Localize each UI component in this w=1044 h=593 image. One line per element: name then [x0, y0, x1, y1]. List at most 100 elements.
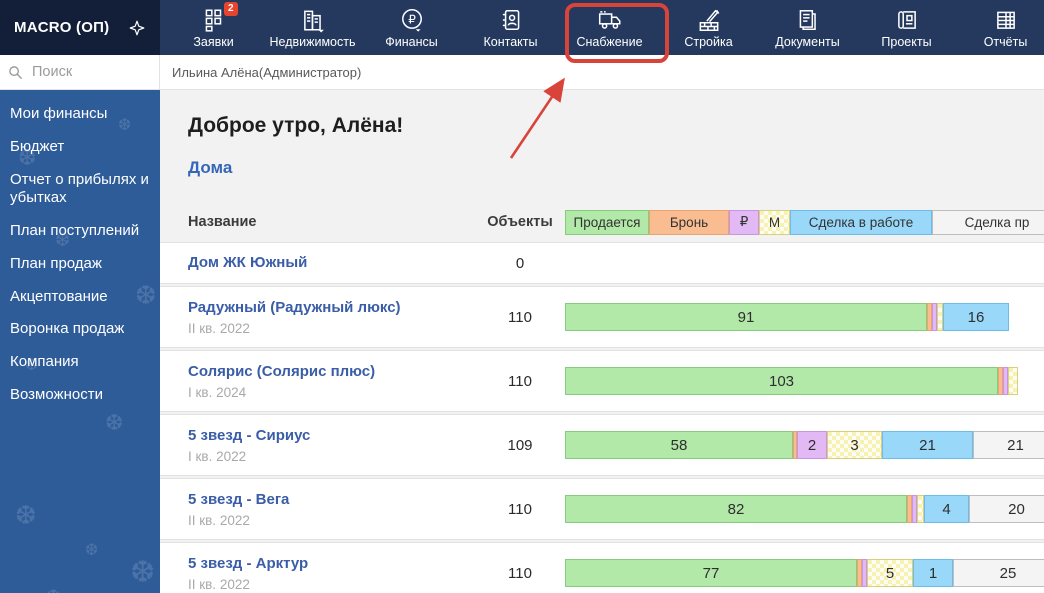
- nav-item-dokumenty[interactable]: Документы: [758, 0, 857, 55]
- grid-requests-icon: 2: [200, 6, 228, 34]
- bar-segment-m[interactable]: [1008, 367, 1018, 395]
- house-quarter: I кв. 2022: [188, 449, 475, 464]
- house-quarter: II кв. 2022: [188, 577, 475, 592]
- house-name-cell: 5 звезд - Сириус I кв. 2022: [160, 427, 475, 464]
- nav-item-snabzhenie[interactable]: Снабжение: [560, 0, 659, 55]
- bar-segment-progress[interactable]: 21: [882, 431, 973, 459]
- current-user-breadcrumb[interactable]: Ильина Алёна(Администратор): [172, 65, 361, 80]
- sidebar-item[interactable]: Возможности: [0, 379, 160, 412]
- bar-segment-sale[interactable]: 91: [565, 303, 927, 331]
- app-logo[interactable]: MACRO (ОП): [0, 0, 160, 55]
- objects-count: 110: [475, 309, 565, 326]
- house-link[interactable]: Солярис (Солярис плюс): [188, 363, 375, 380]
- status-bar: 82 420: [565, 495, 1044, 523]
- nav-item-stroyka[interactable]: Стройка: [659, 0, 758, 55]
- nav-item-proekty[interactable]: Проекты: [857, 0, 956, 55]
- sidebar-item[interactable]: Мои финансы: [0, 98, 160, 131]
- secondary-bar: Ильина Алёна(Администратор): [0, 55, 1044, 90]
- bar-segment-rub[interactable]: 2: [797, 431, 827, 459]
- bar-segment-m[interactable]: 5: [867, 559, 913, 587]
- app-window: MACRO (ОП) 2ЗаявкиНедвижимость ₽ Финансы Ко…: [0, 0, 1044, 593]
- nav-item-label: Проекты: [881, 35, 931, 49]
- table-row: 5 звезд - АрктурII кв. 2022110775125: [160, 542, 1044, 593]
- blueprint-icon: [893, 6, 921, 34]
- house-quarter: I кв. 2024: [188, 385, 475, 400]
- trowel-bricks-icon: [695, 6, 723, 34]
- bar-segment-sale[interactable]: 77: [565, 559, 857, 587]
- bar-segment-progress[interactable]: 16: [943, 303, 1009, 331]
- bar-segment-done[interactable]: 25: [953, 559, 1044, 587]
- house-link[interactable]: 5 звезд - Вега: [188, 491, 289, 508]
- nav-item-label: Финансы: [385, 35, 437, 49]
- search-icon: [8, 65, 23, 80]
- bar-segment-sale[interactable]: 103: [565, 367, 998, 395]
- truck-icon: [596, 6, 624, 34]
- top-navigation-bar: MACRO (ОП) 2ЗаявкиНедвижимость ₽ Финансы Ко…: [0, 0, 1044, 55]
- objects-count: 110: [475, 501, 565, 518]
- pin-icon[interactable]: [128, 19, 146, 37]
- nav-item-label: Снабжение: [576, 35, 642, 49]
- legend-item-booking: Бронь: [649, 210, 729, 235]
- bar-segment-done[interactable]: 21: [973, 431, 1044, 459]
- nav-item-zayavki[interactable]: 2Заявки: [164, 0, 263, 55]
- table-row: 5 звезд - ВегаII кв. 202211082420: [160, 478, 1044, 540]
- bar-segment-progress[interactable]: 4: [924, 495, 969, 523]
- bar-segment-sale[interactable]: 58: [565, 431, 793, 459]
- snowflake-decoration: ❆: [130, 555, 155, 590]
- bar-segment-done[interactable]: 20: [969, 495, 1044, 523]
- nav-item-nedvizhimost[interactable]: Недвижимость: [263, 0, 362, 55]
- bar-segment-m[interactable]: 3: [827, 431, 882, 459]
- column-header-objects[interactable]: Объекты: [475, 214, 565, 230]
- breadcrumb-bar: Ильина Алёна(Администратор): [160, 55, 1044, 90]
- legend-item-m: М: [759, 210, 790, 235]
- sidebar-item[interactable]: Компания: [0, 346, 160, 379]
- nav-item-otchety[interactable]: Отчёты: [956, 0, 1044, 55]
- houses-table-header: Название Объекты ПродаетсяБронь₽МСделка …: [160, 202, 1044, 242]
- house-name-cell: Дом ЖК Южный: [160, 254, 475, 272]
- sidebar-item[interactable]: План поступлений: [0, 215, 160, 248]
- column-header-name[interactable]: Название: [160, 214, 475, 230]
- legend-item-sale: Продается: [565, 210, 649, 235]
- house-link[interactable]: 5 звезд - Арктур: [188, 555, 308, 572]
- house-name-cell: Радужный (Радужный люкс) II кв. 2022: [160, 299, 475, 336]
- address-book-icon: [497, 6, 525, 34]
- table-row: 5 звезд - СириусI кв. 202210958232121: [160, 414, 1044, 476]
- bar-segment-sale[interactable]: 82: [565, 495, 907, 523]
- houses-table-body: Дом ЖК Южный0 Радужный (Радужный люкс) II …: [160, 242, 1044, 593]
- app-logo-text: MACRO (ОП): [14, 19, 109, 36]
- house-link[interactable]: 5 звезд - Сириус: [188, 427, 310, 444]
- documents-icon: [794, 6, 822, 34]
- house-link[interactable]: Радужный (Радужный люкс): [188, 299, 401, 316]
- snowflake-decoration: ❆: [85, 540, 98, 560]
- nav-item-finansy[interactable]: ₽ Финансы: [362, 0, 461, 55]
- bar-segment-m[interactable]: [917, 495, 924, 523]
- nav-item-label: Контакты: [484, 35, 538, 49]
- bar-segment-progress[interactable]: 1: [913, 559, 953, 587]
- legend-item-progress: Сделка в работе: [790, 210, 932, 235]
- house-quarter: II кв. 2022: [188, 321, 475, 336]
- sidebar-item[interactable]: Воронка продаж: [0, 313, 160, 346]
- sidebar-item[interactable]: Акцептование: [0, 281, 160, 314]
- status-bar: 77 5125: [565, 559, 1044, 587]
- house-link[interactable]: Дом ЖК Южный: [188, 254, 307, 271]
- table-row: Радужный (Радужный люкс) II кв. 202211091…: [160, 286, 1044, 348]
- table-row: Дом ЖК Южный0: [160, 242, 1044, 284]
- svg-text:₽: ₽: [408, 12, 416, 26]
- nav-item-label: Стройка: [684, 35, 732, 49]
- sidebar-item[interactable]: Бюджет: [0, 131, 160, 164]
- top-nav-items: 2ЗаявкиНедвижимость ₽ Финансы Контакты Снабж…: [160, 0, 1044, 55]
- section-link-houses[interactable]: Дома: [188, 158, 232, 178]
- greeting-heading: Доброе утро, Алёна!: [188, 114, 1044, 138]
- sidebar-search[interactable]: [0, 55, 160, 90]
- house-name-cell: Солярис (Солярис плюс) I кв. 2024: [160, 363, 475, 400]
- nav-item-kontakty[interactable]: Контакты: [461, 0, 560, 55]
- sidebar-item[interactable]: План продаж: [0, 248, 160, 281]
- status-bar: 103: [565, 367, 1044, 395]
- house-name-cell: 5 звезд - Арктур II кв. 2022: [160, 555, 475, 592]
- status-legend: ПродаетсяБронь₽МСделка в работеСделка пр: [565, 210, 1044, 235]
- snowflake-decoration: ❆: [15, 500, 37, 531]
- sidebar-item[interactable]: Отчет о прибылях и убытках: [0, 164, 160, 216]
- search-input[interactable]: [30, 63, 144, 81]
- main-content: Доброе утро, Алёна! Дома Название Объект…: [160, 90, 1044, 593]
- houses-table: Название Объекты ПродаетсяБронь₽МСделка …: [160, 202, 1044, 593]
